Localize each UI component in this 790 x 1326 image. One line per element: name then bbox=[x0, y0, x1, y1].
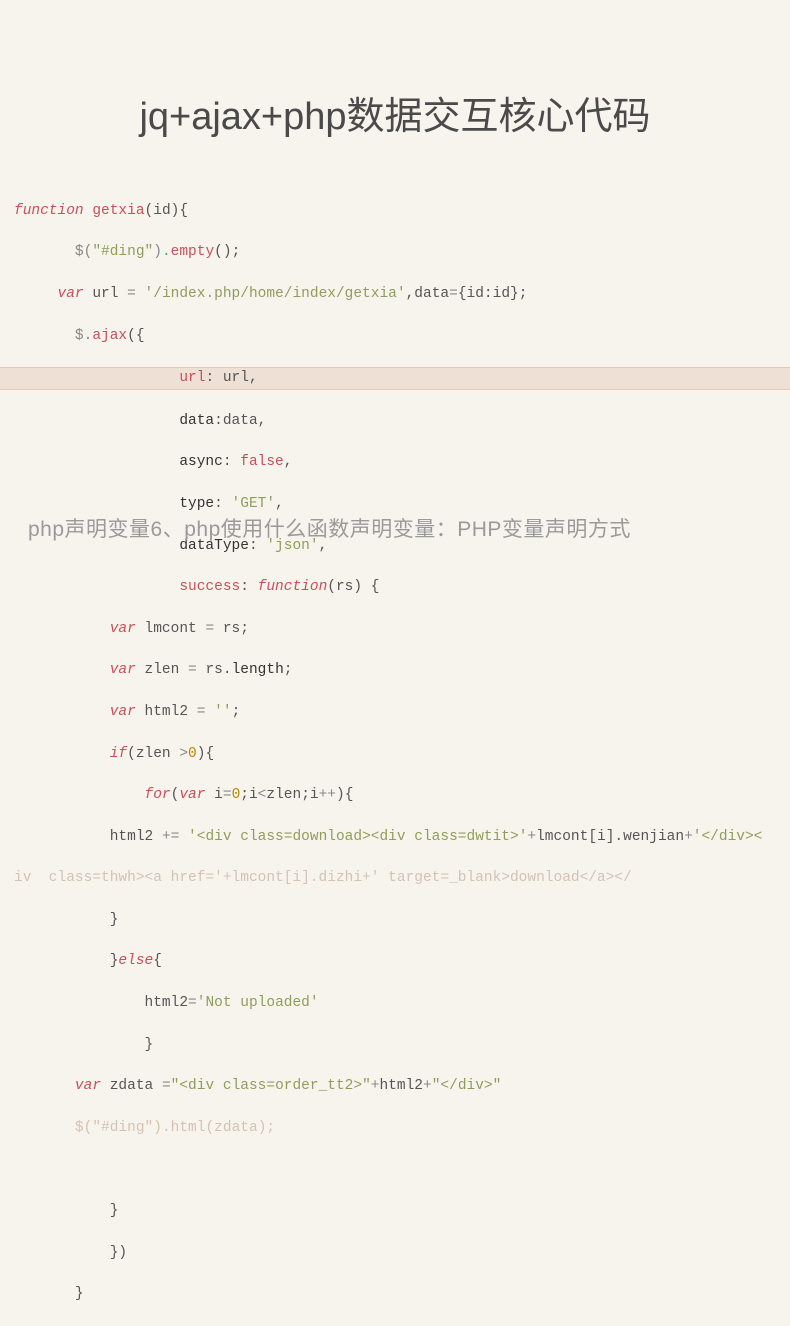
code-line: var zdata ="<div class=order_tt2>"+html2… bbox=[14, 1076, 790, 1097]
ident: html2 bbox=[380, 1078, 424, 1094]
code-line: html2 += '<div class=download><div class… bbox=[14, 827, 790, 848]
keyword-for: for bbox=[145, 787, 171, 803]
string: '</div>< bbox=[693, 829, 763, 845]
code-line: }else{ bbox=[14, 951, 790, 972]
string: "<div class=order_tt2>" bbox=[171, 1078, 371, 1094]
ident: id:id bbox=[467, 286, 511, 302]
prop: type bbox=[179, 496, 214, 512]
code-block: function getxia(id){ $("#ding").empty();… bbox=[0, 180, 790, 1326]
string: '/index.php/home/index/getxia' bbox=[145, 286, 406, 302]
method: ajax bbox=[92, 328, 127, 344]
code-line: } bbox=[14, 1284, 790, 1305]
keyword-var: var bbox=[179, 787, 205, 803]
num: 0 bbox=[188, 746, 197, 762]
keyword-if: if bbox=[110, 746, 127, 762]
ident: html2 bbox=[110, 829, 154, 845]
string: 'GET' bbox=[232, 496, 276, 512]
code-line: type: 'GET', bbox=[14, 494, 790, 515]
ident: url bbox=[223, 370, 249, 386]
code-line: data:data, bbox=[14, 411, 790, 432]
string: "#ding" bbox=[92, 244, 153, 260]
code-line: $.ajax({ bbox=[14, 326, 790, 347]
ident: data bbox=[414, 286, 449, 302]
code-line: success: function(rs) { bbox=[14, 577, 790, 598]
ident: rs bbox=[205, 662, 222, 678]
ident: i bbox=[214, 787, 223, 803]
code-line: var zlen = rs.length; bbox=[14, 660, 790, 681]
bool: false bbox=[240, 454, 284, 470]
keyword-function: function bbox=[14, 203, 84, 219]
code-line: var url = '/index.php/home/index/getxia'… bbox=[14, 284, 790, 305]
faded-text: iv class=thwh><a href='+lmcont[i].dizhi+… bbox=[14, 870, 632, 886]
code-line-faded: $("#ding").html(zdata); bbox=[14, 1118, 790, 1139]
highlighted-line: url: url, bbox=[0, 367, 790, 390]
code-line: async: false, bbox=[14, 452, 790, 473]
keyword-var: var bbox=[110, 621, 136, 637]
ident: lmcont bbox=[536, 829, 588, 845]
ident: i bbox=[597, 829, 606, 845]
keyword-function: function bbox=[258, 579, 328, 595]
code-line: html2='Not uploaded' bbox=[14, 993, 790, 1014]
ident: rs bbox=[223, 621, 240, 637]
prop: success bbox=[179, 579, 240, 595]
param: id bbox=[153, 203, 170, 219]
ident: zlen bbox=[145, 662, 180, 678]
brace: }) bbox=[110, 1245, 127, 1261]
param: rs bbox=[336, 579, 353, 595]
keyword-var: var bbox=[110, 704, 136, 720]
keyword-var: var bbox=[110, 662, 136, 678]
code-line-faded: iv class=thwh><a href='+lmcont[i].dizhi+… bbox=[14, 868, 790, 889]
code-line: function getxia(id){ bbox=[14, 201, 790, 222]
code-line bbox=[14, 1159, 790, 1180]
ident: lmcont bbox=[145, 621, 197, 637]
keyword-var: var bbox=[75, 1078, 101, 1094]
code-line: $("#ding").empty(); bbox=[14, 242, 790, 263]
keyword-else: else bbox=[118, 953, 153, 969]
ident: zdata bbox=[110, 1078, 154, 1094]
function-name: getxia bbox=[92, 203, 144, 219]
prop: async bbox=[179, 454, 223, 470]
code-line: } bbox=[14, 1201, 790, 1222]
overlay-caption: php声明变量6、php使用什么函数声明变量：PHP变量声明方式 bbox=[28, 513, 631, 543]
string: "#ding" bbox=[92, 1120, 153, 1136]
code-line: var html2 = ''; bbox=[14, 702, 790, 723]
method: empty bbox=[171, 244, 215, 260]
code-line: }) bbox=[14, 1243, 790, 1264]
string: 'Not uploaded' bbox=[197, 995, 319, 1011]
ident: zlen bbox=[136, 746, 171, 762]
code-line: } bbox=[14, 1035, 790, 1056]
keyword-var: var bbox=[58, 286, 84, 302]
string: '' bbox=[214, 704, 231, 720]
brace: } bbox=[75, 1286, 84, 1302]
ident: data bbox=[223, 413, 258, 429]
code-line: } bbox=[14, 910, 790, 931]
brace: } bbox=[145, 1037, 154, 1053]
brace: } bbox=[110, 912, 119, 928]
ident: url bbox=[92, 286, 118, 302]
code-line: var lmcont = rs; bbox=[14, 619, 790, 640]
ident: html2 bbox=[145, 704, 189, 720]
ident: wenjian bbox=[623, 829, 684, 845]
num: 0 bbox=[232, 787, 241, 803]
code-line: for(var i=0;i<zlen;i++){ bbox=[14, 785, 790, 806]
brace: } bbox=[110, 1203, 119, 1219]
code-line: if(zlen >0){ bbox=[14, 744, 790, 765]
page-title: jq+ajax+php数据交互核心代码 bbox=[0, 0, 790, 180]
method: html bbox=[171, 1120, 206, 1136]
prop: url bbox=[179, 370, 205, 386]
ident: zdata bbox=[214, 1120, 258, 1136]
ident: zlen bbox=[266, 787, 301, 803]
ident: length bbox=[232, 662, 284, 678]
op: > bbox=[179, 746, 188, 762]
prop: data bbox=[179, 413, 214, 429]
ident: html2 bbox=[145, 995, 189, 1011]
string: '<div class=download><div class=dwtit>' bbox=[188, 829, 527, 845]
string: "</div>" bbox=[432, 1078, 502, 1094]
